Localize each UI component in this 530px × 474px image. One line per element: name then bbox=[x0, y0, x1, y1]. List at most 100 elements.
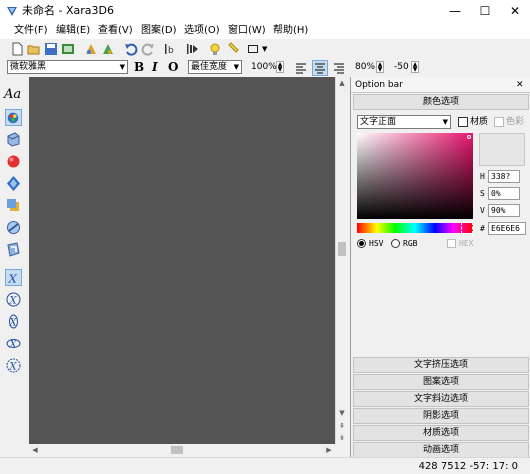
minimize-button[interactable]: — bbox=[440, 0, 470, 22]
zoom-value[interactable]: 100% bbox=[251, 61, 277, 73]
h-field[interactable]: 338? bbox=[488, 170, 520, 183]
main-toolbar: b ▼ bbox=[0, 39, 530, 59]
v-label: V bbox=[480, 206, 485, 215]
hex-checkbox[interactable] bbox=[447, 239, 456, 248]
export-animation-icon[interactable] bbox=[101, 42, 115, 56]
export-icon[interactable] bbox=[61, 42, 75, 56]
quality-select[interactable]: 最佳宽度 ▼ bbox=[188, 60, 242, 74]
texture-tool-icon[interactable] bbox=[5, 219, 22, 236]
extrude-options-header[interactable]: 文字挤压选项 bbox=[353, 357, 529, 373]
page-down-icon[interactable]: ⇟ bbox=[336, 432, 348, 444]
hex-field[interactable]: E6E6E6 bbox=[488, 222, 526, 235]
rgb-radio[interactable] bbox=[391, 239, 400, 248]
bevel-tool-icon[interactable] bbox=[5, 175, 22, 192]
menu-help[interactable]: 帮助(H) bbox=[272, 24, 309, 37]
design-canvas[interactable] bbox=[29, 77, 335, 444]
v-field[interactable]: 90% bbox=[488, 204, 520, 217]
redo-icon[interactable] bbox=[141, 42, 155, 56]
rotate-y-circle-icon[interactable]: X bbox=[5, 313, 22, 330]
new-file-icon[interactable] bbox=[10, 42, 24, 56]
spacing-value[interactable]: 80% bbox=[355, 61, 375, 73]
rotate-x-circle-icon[interactable]: X bbox=[5, 291, 22, 308]
animation-tool-icon[interactable] bbox=[5, 241, 22, 258]
saturation-value-picker[interactable] bbox=[357, 133, 473, 219]
target-select[interactable]: 文字正面 ▼ bbox=[357, 115, 451, 129]
hex-label: # bbox=[480, 224, 485, 233]
title-bar: 未命名 - Xara3D6 — ☐ ✕ bbox=[0, 0, 530, 22]
undo-icon[interactable] bbox=[124, 42, 138, 56]
import-icon[interactable] bbox=[84, 42, 98, 56]
panel-title-bar: Option bar ✕ bbox=[351, 77, 530, 93]
close-button[interactable]: ✕ bbox=[500, 0, 530, 22]
window-title: 未命名 - Xara3D6 bbox=[22, 4, 114, 17]
menu-edit[interactable]: 编辑(E) bbox=[55, 24, 91, 37]
save-icon[interactable] bbox=[44, 42, 58, 56]
texture-options-header[interactable]: 材质选项 bbox=[353, 425, 529, 441]
rotate-free-circle-icon[interactable]: X bbox=[5, 357, 22, 374]
texture-checkbox[interactable] bbox=[458, 117, 468, 127]
page-up-icon[interactable]: ⇞ bbox=[336, 420, 348, 432]
hsv-radio[interactable] bbox=[357, 239, 366, 248]
scroll-down-icon[interactable]: ▼ bbox=[336, 407, 348, 419]
left-toolbar: Aa X X X X X bbox=[0, 77, 28, 457]
animation-options-header[interactable]: 动画选项 bbox=[353, 442, 529, 458]
align-center-icon[interactable] bbox=[312, 60, 328, 76]
align-left-icon[interactable] bbox=[294, 61, 308, 75]
horizontal-scrollbar[interactable]: ◀ ▶ bbox=[29, 444, 335, 456]
extrude-tool-icon[interactable] bbox=[5, 131, 22, 148]
menu-options[interactable]: 选项(O) bbox=[183, 24, 221, 37]
vertical-scrollbar[interactable]: ▲ ▼ ⇞ ⇟ bbox=[335, 77, 347, 444]
align-right-icon[interactable] bbox=[332, 61, 346, 75]
color-palette-icon[interactable] bbox=[5, 109, 22, 126]
hue-slider-handle[interactable] bbox=[461, 222, 473, 234]
s-field[interactable]: 0% bbox=[488, 187, 520, 200]
lights-icon[interactable] bbox=[227, 42, 241, 56]
svg-text:X: X bbox=[8, 271, 18, 285]
quality-select-value: 最佳宽度 bbox=[191, 62, 228, 72]
horizontal-scroll-thumb[interactable] bbox=[171, 446, 183, 454]
lightbulb-icon[interactable] bbox=[208, 42, 222, 56]
offset-spinner[interactable]: ▲ ▼ bbox=[411, 61, 419, 73]
color-checkbox[interactable] bbox=[494, 117, 504, 127]
spacing-spinner[interactable]: ▲ ▼ bbox=[376, 61, 384, 73]
italic-button[interactable]: I bbox=[152, 60, 158, 74]
scroll-left-icon[interactable]: ◀ bbox=[29, 444, 41, 456]
scroll-up-icon[interactable]: ▲ bbox=[336, 77, 348, 89]
frame-icon[interactable] bbox=[246, 42, 260, 56]
shadow-tool-icon[interactable] bbox=[5, 197, 22, 214]
hue-slider[interactable] bbox=[357, 222, 473, 234]
scroll-right-icon[interactable]: ▶ bbox=[323, 444, 335, 456]
font-select[interactable]: 微软雅黑 ▼ bbox=[7, 60, 128, 74]
menu-design[interactable]: 图案(D) bbox=[140, 24, 178, 37]
panel-title: Option bar bbox=[355, 80, 403, 90]
shadow-options-header[interactable]: 阴影选项 bbox=[353, 408, 529, 424]
open-folder-icon[interactable] bbox=[27, 42, 41, 56]
play-animation-icon[interactable] bbox=[185, 42, 199, 56]
svg-text:X: X bbox=[9, 296, 18, 307]
chevron-down-icon: ▼ bbox=[442, 118, 448, 126]
offset-value[interactable]: -50 bbox=[394, 61, 409, 73]
svg-text:X: X bbox=[9, 362, 18, 373]
menu-view[interactable]: 查看(V) bbox=[97, 24, 134, 37]
text-direction-icon[interactable]: b bbox=[163, 42, 177, 56]
zoom-spinner[interactable]: ▲ ▼ bbox=[276, 61, 284, 73]
text-tool-button[interactable]: Aa bbox=[4, 87, 21, 102]
rotate-z-circle-icon[interactable]: X bbox=[5, 335, 22, 352]
maximize-button[interactable]: ☐ bbox=[470, 0, 500, 22]
rotate-x-icon[interactable]: X bbox=[5, 269, 22, 286]
vertical-scroll-thumb[interactable] bbox=[338, 242, 346, 256]
color-picker-handle[interactable] bbox=[467, 135, 471, 139]
menu-window[interactable]: 窗口(W) bbox=[227, 24, 267, 37]
outline-button[interactable]: O bbox=[168, 60, 178, 74]
color-options-header[interactable]: 颜色选项 bbox=[353, 94, 529, 110]
bold-button[interactable]: B bbox=[134, 60, 144, 74]
sphere-tool-icon[interactable] bbox=[5, 153, 22, 170]
design-options-header[interactable]: 图案选项 bbox=[353, 374, 529, 390]
frame-dropdown-icon[interactable]: ▼ bbox=[262, 45, 267, 53]
menu-bar: 文件(F) 编辑(E) 查看(V) 图案(D) 选项(O) 窗口(W) 帮助(H… bbox=[0, 22, 530, 39]
panel-close-button[interactable]: ✕ bbox=[516, 79, 524, 91]
menu-file[interactable]: 文件(F) bbox=[13, 24, 49, 37]
hex-mode-label: HEX bbox=[459, 239, 474, 248]
bevel-options-header[interactable]: 文字斜边选项 bbox=[353, 391, 529, 407]
svg-text:b: b bbox=[168, 46, 174, 56]
